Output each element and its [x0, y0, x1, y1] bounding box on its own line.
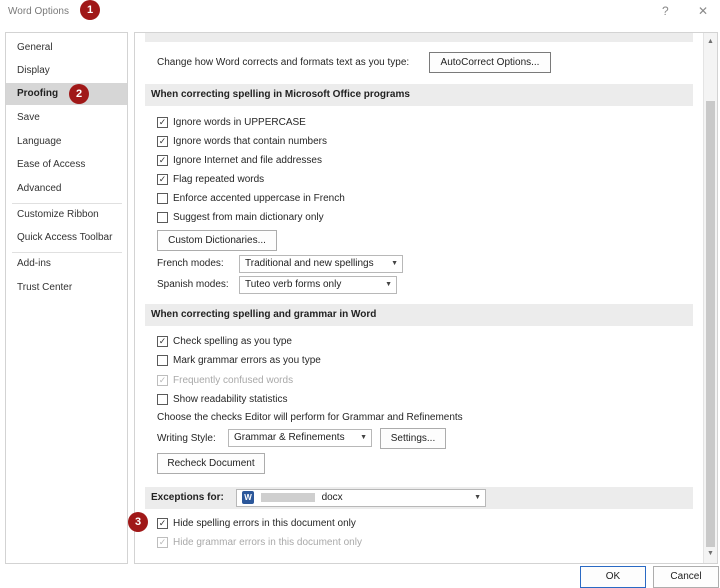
- option-hide-grammar-errors: ✓ Hide grammar errors in this document o…: [157, 534, 362, 550]
- option-ignore-internet-addresses[interactable]: ✓ Ignore Internet and file addresses: [157, 152, 322, 168]
- option-ignore-uppercase[interactable]: ✓ Ignore words in UPPERCASE: [157, 114, 306, 130]
- option-readability-statistics[interactable]: Show readability statistics: [157, 391, 288, 407]
- spanish-modes-select[interactable]: Tuteo verb forms only ▼: [239, 276, 397, 294]
- option-label: Ignore Internet and file addresses: [173, 154, 322, 166]
- option-check-spelling[interactable]: ✓ Check spelling as you type: [157, 333, 292, 349]
- proofing-panel: Change how Word corrects and formats tex…: [134, 32, 718, 564]
- option-label: Enforce accented uppercase in French: [173, 192, 345, 204]
- ok-button[interactable]: OK: [580, 566, 646, 588]
- spanish-modes-label: Spanish modes:: [157, 279, 229, 290]
- checkbox-checked-icon: ✓: [157, 374, 168, 386]
- grammar-checks-text: Choose the checks Editor will perform fo…: [157, 412, 463, 423]
- sidebar-item-language[interactable]: Language: [6, 131, 127, 153]
- checkbox-checked-icon[interactable]: ✓: [157, 517, 168, 529]
- option-label: Ignore words in UPPERCASE: [173, 116, 306, 128]
- option-label: Check spelling as you type: [173, 335, 292, 347]
- sidebar-item-ease-of-access[interactable]: Ease of Access: [6, 154, 127, 176]
- option-label: Mark grammar errors as you type: [173, 354, 321, 366]
- panel-scrollbar[interactable]: ▲ ▼: [703, 33, 717, 563]
- checkbox-unchecked-icon[interactable]: [157, 192, 168, 204]
- exceptions-document-select[interactable]: W docx ▼: [236, 489, 486, 507]
- sidebar-item-quick-access-toolbar[interactable]: Quick Access Toolbar: [6, 227, 127, 249]
- sidebar-item-save[interactable]: Save: [6, 107, 127, 129]
- exceptions-label: Exceptions for:: [151, 492, 224, 503]
- close-icon[interactable]: ✕: [698, 4, 708, 18]
- option-ignore-numbers[interactable]: ✓ Ignore words that contain numbers: [157, 133, 327, 149]
- autocorrect-text: Change how Word corrects and formats tex…: [157, 57, 410, 68]
- sidebar-item-display[interactable]: Display: [6, 60, 127, 82]
- callout-2: 2: [69, 84, 89, 104]
- option-label: Ignore words that contain numbers: [173, 135, 327, 147]
- chevron-down-icon: ▼: [474, 494, 481, 501]
- writing-style-value: Grammar & Refinements: [234, 432, 345, 443]
- custom-dictionaries-button[interactable]: Custom Dictionaries...: [157, 230, 277, 251]
- checkbox-checked-icon[interactable]: ✓: [157, 335, 168, 347]
- option-suggest-main-dictionary[interactable]: Suggest from main dictionary only: [157, 209, 324, 225]
- french-modes-value: Traditional and new spellings: [245, 258, 374, 269]
- checkbox-checked-icon[interactable]: ✓: [157, 116, 168, 128]
- checkbox-checked-icon: ✓: [157, 536, 168, 548]
- option-enforce-accented-uppercase[interactable]: Enforce accented uppercase in French: [157, 190, 345, 206]
- options-sidebar: General Display Proofing Save Language E…: [5, 32, 128, 564]
- document-extension: docx: [321, 492, 343, 503]
- scroll-up-icon[interactable]: ▲: [704, 35, 717, 49]
- checkbox-unchecked-icon[interactable]: [157, 211, 168, 223]
- chevron-down-icon: ▼: [391, 260, 398, 267]
- scroll-down-icon[interactable]: ▼: [704, 547, 717, 561]
- sidebar-item-proofing[interactable]: Proofing: [6, 83, 127, 105]
- sidebar-item-advanced[interactable]: Advanced: [6, 178, 127, 200]
- chevron-down-icon: ▼: [360, 434, 367, 441]
- option-mark-grammar-errors[interactable]: Mark grammar errors as you type: [157, 352, 321, 368]
- recheck-document-button[interactable]: Recheck Document: [157, 453, 265, 474]
- french-modes-select[interactable]: Traditional and new spellings ▼: [239, 255, 403, 273]
- sidebar-item-add-ins[interactable]: Add-ins: [6, 253, 127, 275]
- autocorrect-section-header: [145, 33, 693, 42]
- autocorrect-options-button[interactable]: AutoCorrect Options...: [429, 52, 551, 73]
- document-name-redacted: [260, 492, 315, 502]
- option-label: Show readability statistics: [173, 393, 288, 405]
- sidebar-item-trust-center[interactable]: Trust Center: [6, 277, 127, 299]
- word-document-icon: W: [242, 490, 254, 504]
- option-label: Hide grammar errors in this document onl…: [173, 536, 362, 548]
- checkbox-unchecked-icon[interactable]: [157, 393, 168, 405]
- window-title: Word Options: [8, 6, 69, 17]
- option-flag-repeated-words[interactable]: ✓ Flag repeated words: [157, 171, 264, 187]
- checkbox-checked-icon[interactable]: ✓: [157, 173, 168, 185]
- checkbox-checked-icon[interactable]: ✓: [157, 135, 168, 147]
- sidebar-item-general[interactable]: General: [6, 37, 127, 59]
- office-spelling-section-header: When correcting spelling in Microsoft Of…: [145, 84, 693, 106]
- checkbox-unchecked-icon[interactable]: [157, 354, 168, 366]
- sidebar-item-customize-ribbon[interactable]: Customize Ribbon: [6, 204, 127, 226]
- french-modes-label: French modes:: [157, 258, 224, 269]
- callout-1: 1: [80, 0, 100, 20]
- scroll-thumb[interactable]: [706, 101, 715, 547]
- option-label: Flag repeated words: [173, 173, 265, 185]
- writing-style-select[interactable]: Grammar & Refinements ▼: [228, 429, 372, 447]
- cancel-button[interactable]: Cancel: [653, 566, 719, 588]
- checkbox-checked-icon[interactable]: ✓: [157, 154, 168, 166]
- option-frequently-confused-words: ✓ Frequently confused words: [157, 372, 293, 388]
- callout-3: 3: [128, 512, 148, 532]
- option-label: Frequently confused words: [173, 374, 294, 386]
- writing-style-label: Writing Style:: [157, 433, 216, 444]
- help-icon[interactable]: ?: [662, 4, 669, 18]
- spanish-modes-value: Tuteo verb forms only: [245, 279, 342, 290]
- settings-button[interactable]: Settings...: [380, 428, 446, 449]
- option-label: Hide spelling errors in this document on…: [173, 517, 356, 529]
- chevron-down-icon: ▼: [385, 281, 392, 288]
- option-label: Suggest from main dictionary only: [173, 211, 324, 223]
- option-hide-spelling-errors[interactable]: ✓ Hide spelling errors in this document …: [157, 515, 356, 531]
- word-spelling-section-header: When correcting spelling and grammar in …: [145, 304, 693, 326]
